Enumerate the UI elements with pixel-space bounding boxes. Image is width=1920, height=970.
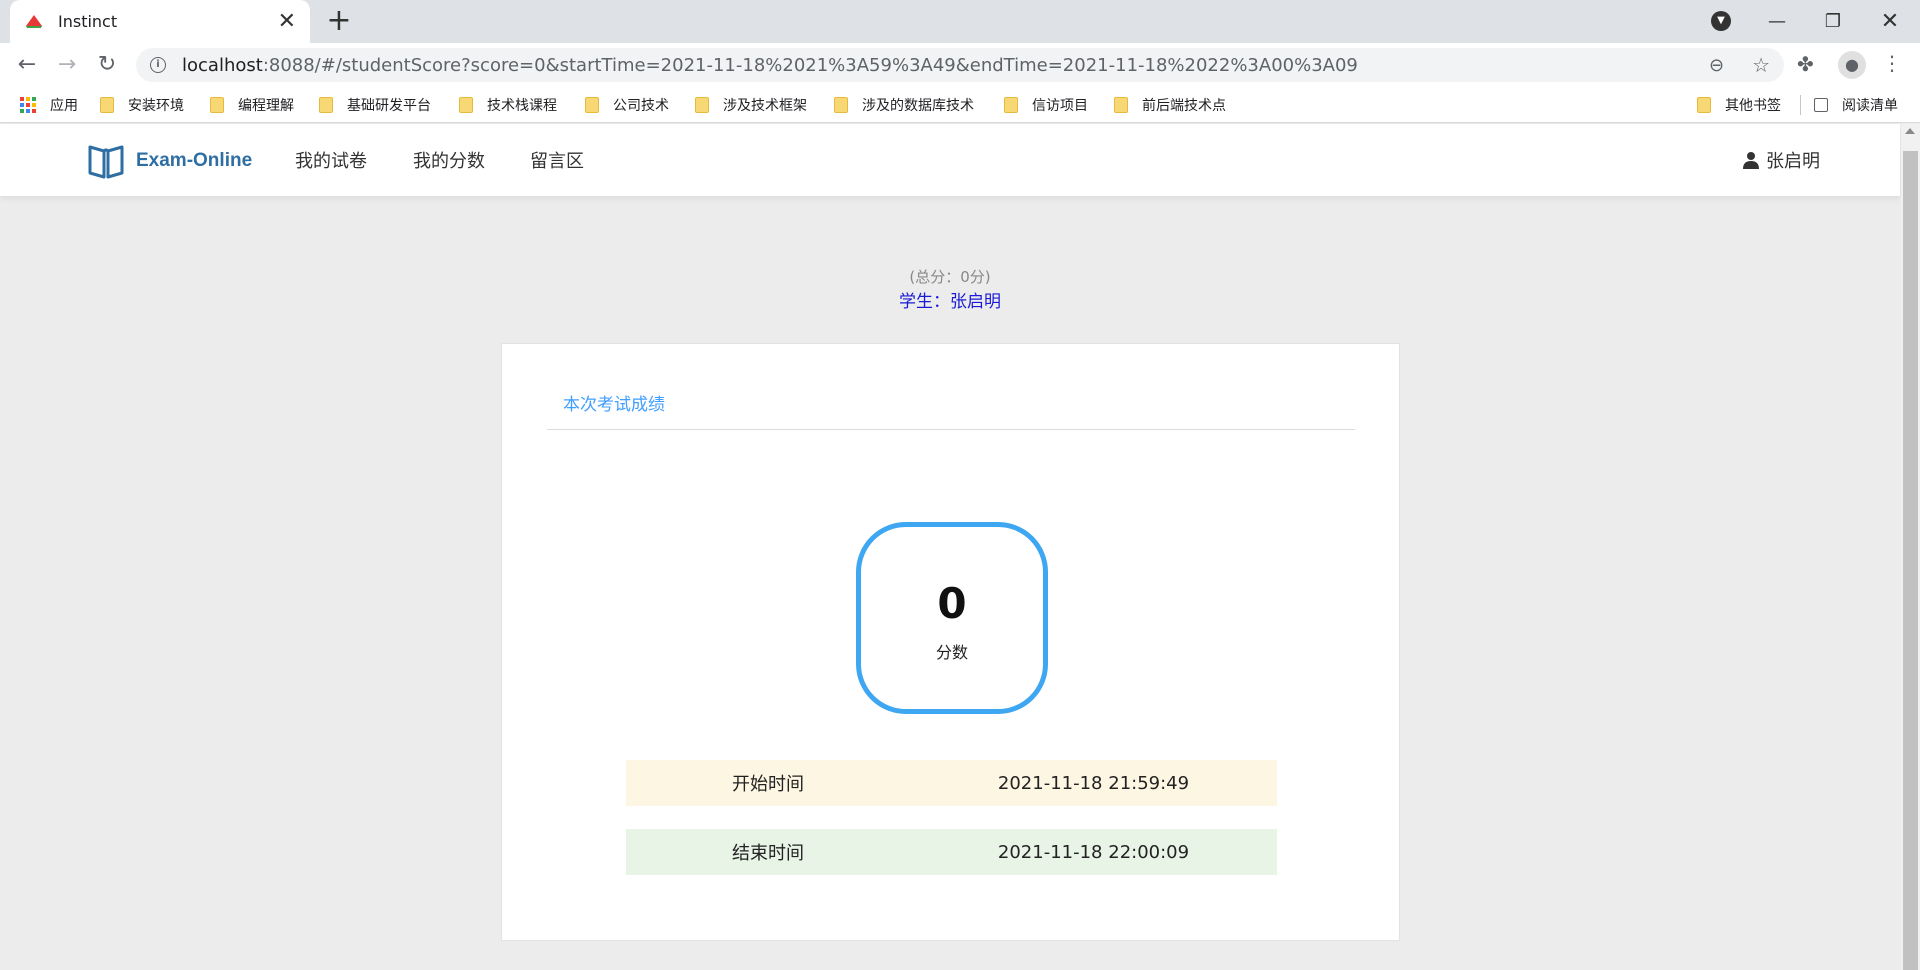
bookmark-label: 公司技术	[613, 98, 669, 114]
profile-avatar-icon[interactable]: ●	[1838, 51, 1866, 79]
bookmark-folder[interactable]: 技术栈课程	[459, 87, 557, 123]
page-viewport: Exam-Online 我的试卷 我的分数 留言区 张启明 (总分：0分) 学生…	[0, 124, 1920, 970]
user-name: 张启明	[1766, 151, 1820, 172]
start-time-label: 开始时间	[732, 774, 804, 795]
bookmarks-divider	[1800, 95, 1801, 115]
start-time-value: 2021-11-18 21:59:49	[997, 772, 1190, 794]
address-bar[interactable]: i localhost:8088/#/studentScore?score=0&…	[136, 48, 1784, 82]
page-scrollbar[interactable]	[1901, 124, 1920, 970]
tab-search-icon[interactable]: ▼	[1711, 11, 1731, 31]
bookmark-label: 信访项目	[1032, 98, 1088, 114]
bookmark-label: 涉及技术框架	[723, 98, 807, 114]
folder-icon	[100, 97, 114, 113]
bookmark-apps[interactable]: 应用	[20, 87, 78, 123]
site-info-icon[interactable]: i	[150, 57, 166, 73]
card-divider	[547, 429, 1355, 430]
browser-tabstrip: Instinct ✕ + ▼ — ❐ ✕	[0, 0, 1920, 43]
tab-close-icon[interactable]: ✕	[278, 10, 296, 33]
zoom-icon[interactable]: ⊖	[1709, 55, 1724, 76]
bookmark-label: 前后端技术点	[1142, 98, 1226, 114]
url-text[interactable]: localhost:8088/#/studentScore?score=0&st…	[182, 55, 1709, 76]
reload-icon[interactable]: ↻	[92, 50, 122, 80]
folder-icon	[695, 97, 709, 113]
reading-list-label: 阅读清单	[1842, 98, 1898, 114]
folder-icon	[1697, 97, 1711, 113]
end-time-value: 2021-11-18 22:00:09	[997, 841, 1190, 863]
folder-icon	[585, 97, 599, 113]
logo-text: Exam-Online	[136, 150, 253, 171]
browser-menu-icon[interactable]: ⋮	[1882, 51, 1902, 75]
bookmark-folder[interactable]: 涉及的数据库技术	[834, 87, 974, 123]
bookmark-folder[interactable]: 安装环境	[100, 87, 184, 123]
bookmark-label: 基础研发平台	[347, 98, 431, 114]
nav-my-scores[interactable]: 我的分数	[413, 147, 485, 173]
bookmark-label: 安装环境	[128, 98, 184, 114]
folder-icon	[210, 97, 224, 113]
url-host: localhost	[182, 54, 263, 76]
folder-icon	[1004, 97, 1018, 113]
extensions-puzzle-icon[interactable]: ✤	[1797, 52, 1814, 76]
app-header: Exam-Online 我的试卷 我的分数 留言区 张启明	[0, 124, 1900, 196]
apps-icon	[20, 97, 36, 113]
other-bookmarks[interactable]: 其他书签	[1697, 87, 1781, 123]
end-time-label: 结束时间	[732, 843, 804, 864]
folder-icon	[459, 97, 473, 113]
browser-tab[interactable]: Instinct ✕	[10, 0, 310, 43]
window-close-button[interactable]: ✕	[1868, 6, 1912, 38]
bookmarks-bar: 应用 安装环境 编程理解 基础研发平台 技术栈课程 公司技术 涉及技术框架 涉及…	[0, 87, 1920, 123]
score-label: 分数	[935, 643, 968, 662]
window-restore-button[interactable]: ❐	[1811, 6, 1855, 38]
bookmark-label: 应用	[50, 98, 78, 114]
tab-title: Instinct	[58, 12, 118, 31]
bookmark-star-icon[interactable]: ☆	[1752, 53, 1770, 77]
reading-list-icon	[1814, 98, 1828, 112]
bookmark-folder[interactable]: 涉及技术框架	[695, 87, 807, 123]
folder-icon	[319, 97, 333, 113]
url-path: :8088/#/studentScore?score=0&startTime=2…	[262, 54, 1358, 76]
student-name-text: 学生：张启明	[899, 292, 1001, 312]
bookmark-folder[interactable]: 基础研发平台	[319, 87, 431, 123]
score-value: 0	[937, 579, 967, 628]
bookmark-folder[interactable]: 公司技术	[585, 87, 669, 123]
bookmark-label: 编程理解	[238, 98, 294, 114]
new-tab-button[interactable]: +	[322, 4, 356, 38]
end-time-row: 结束时间 2021-11-18 22:00:09	[626, 829, 1277, 875]
folder-icon	[834, 97, 848, 113]
nav-message-board[interactable]: 留言区	[530, 147, 584, 173]
open-book-icon	[88, 145, 124, 179]
window-minimize-button[interactable]: —	[1755, 6, 1799, 38]
user-icon	[1743, 152, 1759, 169]
other-bookmarks-label: 其他书签	[1725, 98, 1781, 114]
score-card: 本次考试成绩 0 分数 开始时间 2021-11-18 21:59:49 结束时…	[501, 343, 1400, 941]
logo[interactable]: Exam-Online	[86, 141, 252, 181]
scroll-thumb[interactable]	[1903, 151, 1918, 970]
scroll-up-arrow-icon[interactable]	[1905, 128, 1915, 134]
user-menu[interactable]: 张启明	[1742, 147, 1820, 173]
watermelon-favicon-icon	[26, 14, 42, 28]
forward-arrow-icon[interactable]: →	[52, 50, 82, 80]
nav-my-papers[interactable]: 我的试卷	[295, 147, 367, 173]
total-score-text: (总分：0分)	[909, 268, 991, 286]
bookmark-label: 涉及的数据库技术	[862, 98, 974, 114]
score-box: 0 分数	[856, 522, 1048, 714]
reading-list[interactable]: 阅读清单	[1814, 87, 1898, 123]
bookmark-folder[interactable]: 信访项目	[1004, 87, 1088, 123]
back-arrow-icon[interactable]: ←	[12, 50, 42, 80]
card-title: 本次考试成绩	[563, 395, 665, 415]
browser-toolbar: ← → ↻ i localhost:8088/#/studentScore?sc…	[0, 43, 1920, 87]
bookmark-folder[interactable]: 编程理解	[210, 87, 294, 123]
bookmark-folder[interactable]: 前后端技术点	[1114, 87, 1226, 123]
start-time-row: 开始时间 2021-11-18 21:59:49	[626, 760, 1277, 806]
folder-icon	[1114, 97, 1128, 113]
bookmark-label: 技术栈课程	[487, 98, 557, 114]
